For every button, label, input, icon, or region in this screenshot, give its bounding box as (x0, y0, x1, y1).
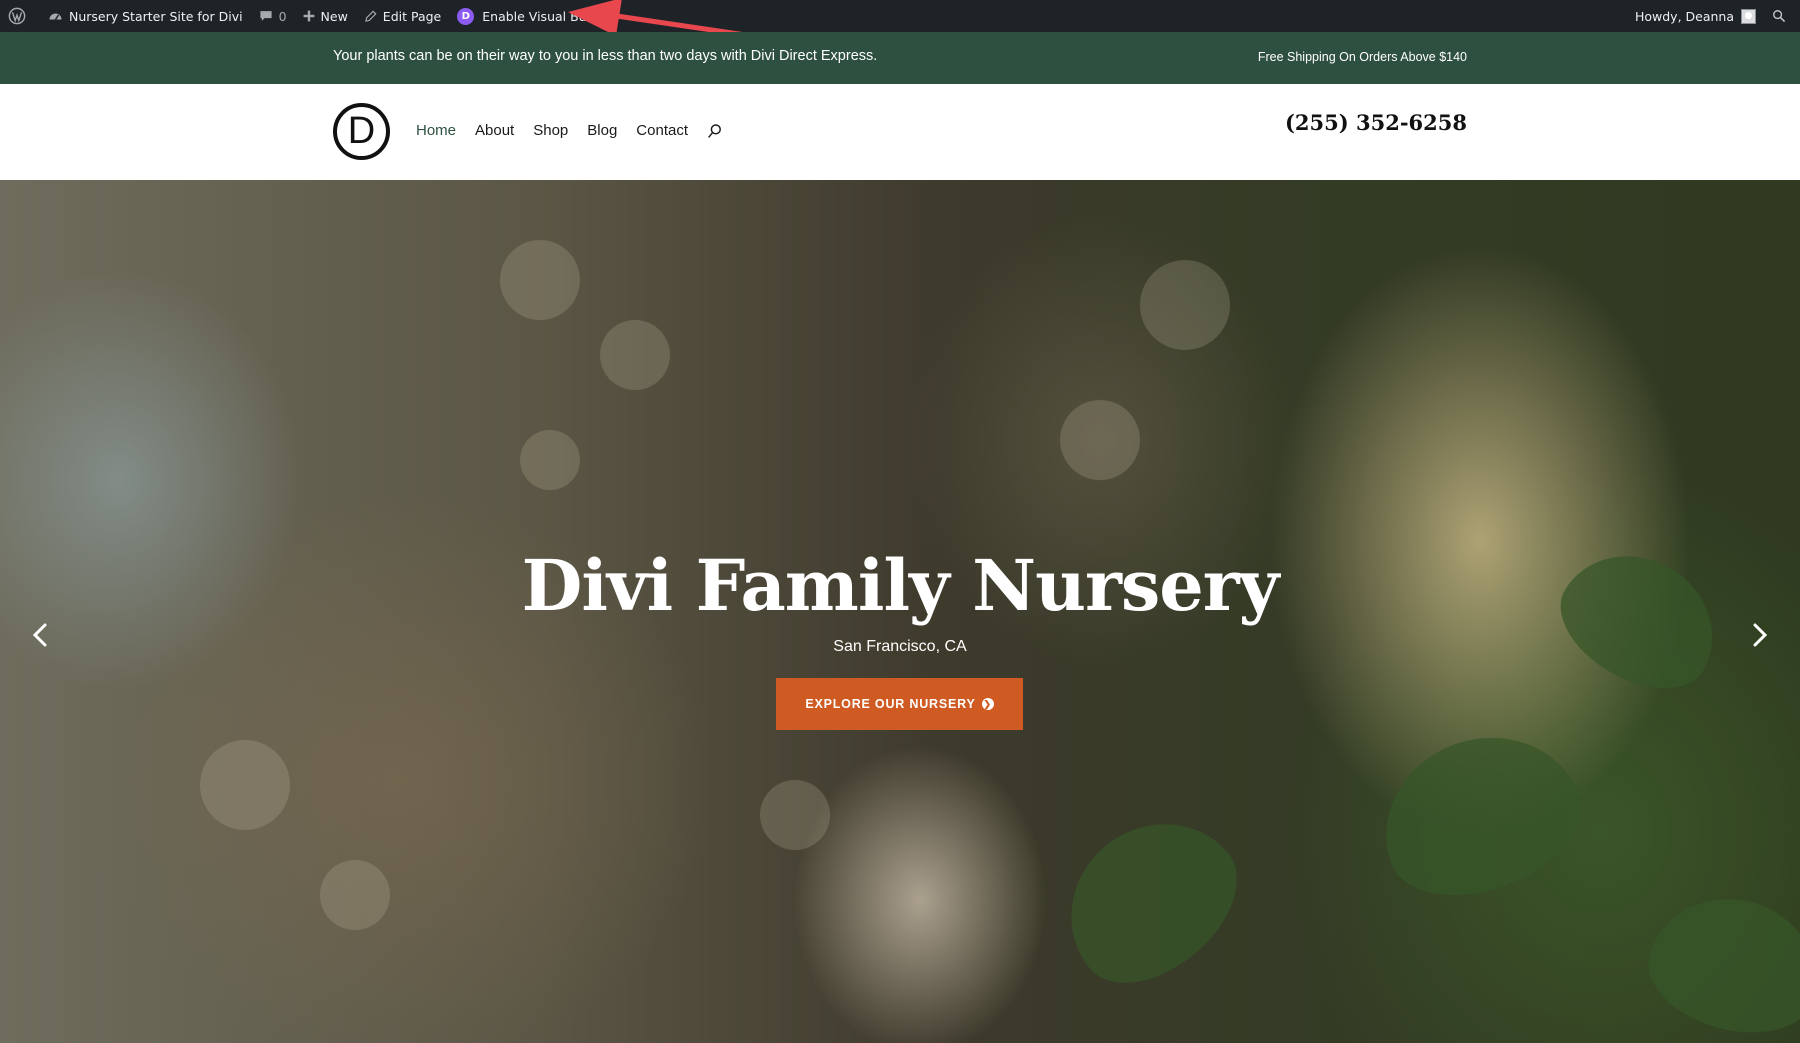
wordpress-logo-button[interactable] (0, 0, 40, 32)
comments-link[interactable]: 0 (251, 0, 295, 32)
site-header: D Home About Shop Blog Contact (255) 352… (0, 84, 1800, 180)
slider-prev-button[interactable] (26, 620, 56, 650)
main-nav: Home About Shop Blog Contact (416, 122, 723, 139)
hero-slider: Divi Family Nursery San Francisco, CA EX… (0, 180, 1800, 1043)
slider-next-button[interactable] (1744, 620, 1774, 650)
site-name-link[interactable]: Nursery Starter Site for Divi (40, 0, 251, 32)
nav-item-about[interactable]: About (475, 122, 514, 139)
comments-count: 0 (278, 8, 287, 24)
new-label: New (320, 8, 348, 24)
explore-button-label: EXPLORE OUR NURSERY (805, 697, 976, 711)
site-name-label: Nursery Starter Site for Divi (69, 8, 243, 24)
edit-page-button[interactable]: Edit Page (356, 0, 449, 32)
phone-number[interactable]: (255) 352-6258 (1285, 110, 1467, 135)
new-content-button[interactable]: New (295, 0, 356, 32)
search-icon (1773, 10, 1786, 23)
hero-title: Divi Family Nursery (521, 544, 1280, 627)
hero-content: Divi Family Nursery San Francisco, CA EX… (0, 180, 1800, 1043)
nav-item-blog[interactable]: Blog (587, 122, 617, 139)
admin-bar: Nursery Starter Site for Divi 0 New Edit… (0, 0, 1800, 32)
plus-icon (303, 10, 314, 22)
dashboard-gauge-icon (49, 13, 62, 20)
comment-bubble-icon (259, 11, 272, 21)
hero-subtitle: San Francisco, CA (833, 638, 967, 655)
nav-item-contact[interactable]: Contact (636, 122, 688, 139)
edit-page-label: Edit Page (382, 8, 442, 24)
user-greeting: Howdy, Deanna (1634, 8, 1734, 24)
announcement-bar: Your plants can be on their way to you i… (0, 32, 1800, 84)
chevron-left-icon (32, 623, 47, 647)
arrow-circle-icon: ❯ (981, 698, 994, 710)
nav-item-home[interactable]: Home (416, 122, 456, 139)
avatar (1741, 8, 1756, 24)
nav-item-shop[interactable]: Shop (533, 122, 568, 139)
user-account-menu[interactable]: Howdy, Deanna (1627, 0, 1764, 32)
explore-nursery-button[interactable]: EXPLORE OUR NURSERY ❯ (776, 678, 1023, 730)
site-logo[interactable]: D (333, 103, 390, 160)
wordpress-logo-icon (8, 7, 26, 25)
pencil-icon (365, 9, 377, 22)
shipping-text: Free Shipping On Orders Above $140 (1257, 50, 1467, 64)
admin-search-button[interactable] (1764, 0, 1800, 32)
promo-text: Your plants can be on their way to you i… (333, 48, 878, 64)
search-icon[interactable] (707, 123, 723, 139)
chevron-right-icon (1753, 623, 1768, 647)
divi-logo-icon: D (457, 7, 475, 25)
